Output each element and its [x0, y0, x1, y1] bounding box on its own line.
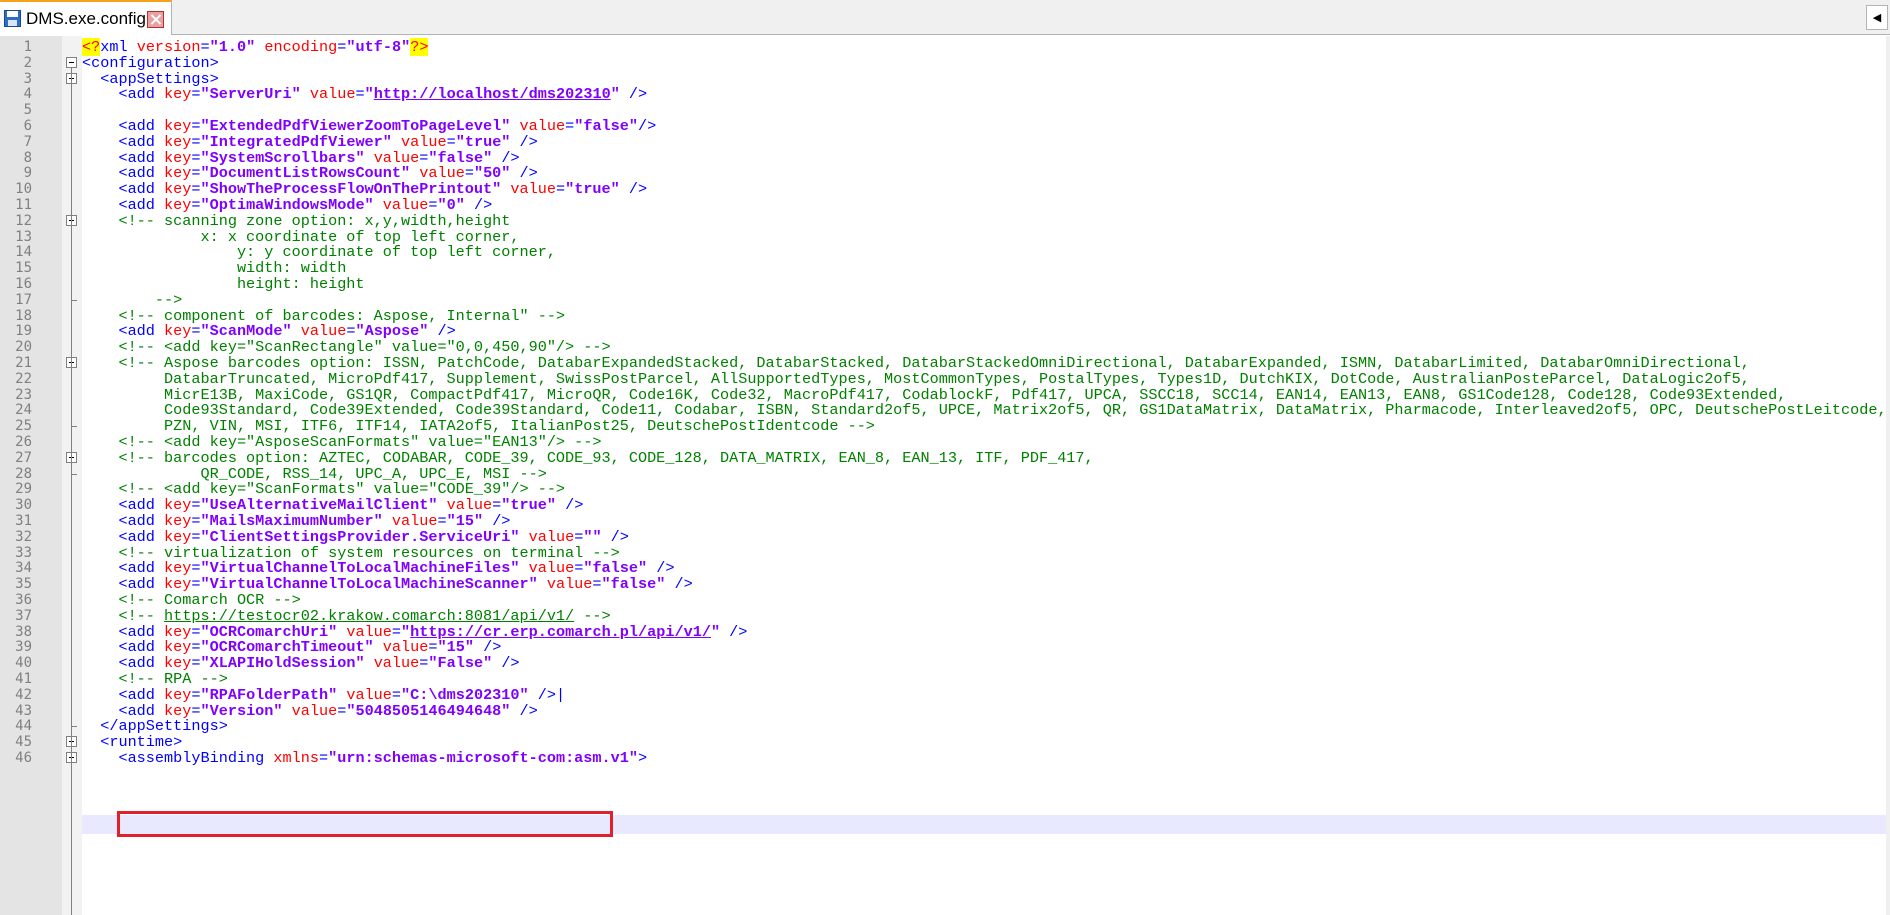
code-token: "ServerUri"	[200, 85, 301, 104]
code-token: value	[309, 85, 356, 104]
tab-dms-exe-config[interactable]: DMS.exe.config	[0, 0, 172, 35]
code-token: "false"	[601, 575, 666, 594]
code-token: http://localhost/dms202310	[373, 85, 611, 104]
fold-toggle-icon[interactable]	[66, 56, 77, 68]
code-line[interactable]: <assemblyBinding xmlns="urn:schemas-micr…	[82, 749, 647, 768]
code-token: =	[355, 85, 365, 104]
code-token: value	[373, 654, 420, 673]
code-token: >	[638, 749, 648, 767]
chevron-left-icon: ◀	[1872, 11, 1882, 24]
code-token: "utf-8"	[346, 38, 411, 56]
code-token: />	[492, 654, 520, 673]
tab-title: DMS.exe.config	[26, 9, 146, 28]
code-token: />	[619, 85, 648, 104]
code-token: =	[191, 85, 201, 104]
code-token: ?>	[410, 38, 429, 56]
code-token: "	[610, 85, 620, 104]
code-token: />	[555, 496, 584, 515]
tab-scroll-left-button[interactable]: ◀	[1866, 5, 1888, 30]
fold-end-marker	[71, 299, 77, 301]
code-token: />	[638, 117, 657, 135]
code-token: />	[720, 622, 748, 641]
code-token: <add	[82, 85, 165, 104]
code-token: "	[364, 85, 374, 104]
code-token: />	[665, 575, 693, 594]
code-editor[interactable]: 1 <?xml version="1.0" encoding="utf-8"?> 2…	[0, 36, 1890, 915]
line-number: 46	[15, 750, 32, 766]
code-token: "5048505146494648"	[346, 701, 511, 720]
fold-end-marker	[71, 473, 77, 475]
code-token: "	[710, 622, 721, 641]
code-token: "false"	[574, 117, 639, 135]
fold-end-marker	[71, 726, 77, 728]
code-token: =	[337, 701, 347, 720]
code-token: "true"	[565, 180, 620, 199]
code-token: <assemblyBinding	[82, 749, 274, 767]
close-icon[interactable]	[147, 11, 164, 28]
code-token: encoding	[264, 38, 338, 56]
floppy-disk-icon	[4, 10, 21, 27]
code-line[interactable]: <add key="ServerUri" value="http://local…	[82, 85, 647, 104]
code-token: =	[565, 117, 575, 135]
code-token: "urn:schemas-microsoft-com:asm.v1"	[328, 749, 638, 767]
code-token: value	[546, 575, 593, 594]
annotation-highlight-box	[117, 811, 613, 837]
code-token: =	[318, 749, 329, 767]
code-token: xmlns	[273, 749, 319, 767]
code-token: />	[510, 701, 538, 720]
code-token: key	[164, 85, 192, 104]
code-token: />	[619, 180, 648, 199]
vertical-scrollbar[interactable]	[1886, 36, 1890, 915]
fold-end-marker	[71, 426, 77, 428]
fold-guide-line	[71, 67, 72, 915]
code-token: value	[291, 701, 338, 720]
tab-bar: DMS.exe.config ◀	[0, 0, 1890, 35]
code-token: =	[555, 180, 566, 199]
code-token: "False"	[428, 654, 493, 673]
fold-margin	[62, 36, 82, 915]
code-token: value	[510, 180, 556, 199]
code-token: =	[592, 575, 602, 594]
